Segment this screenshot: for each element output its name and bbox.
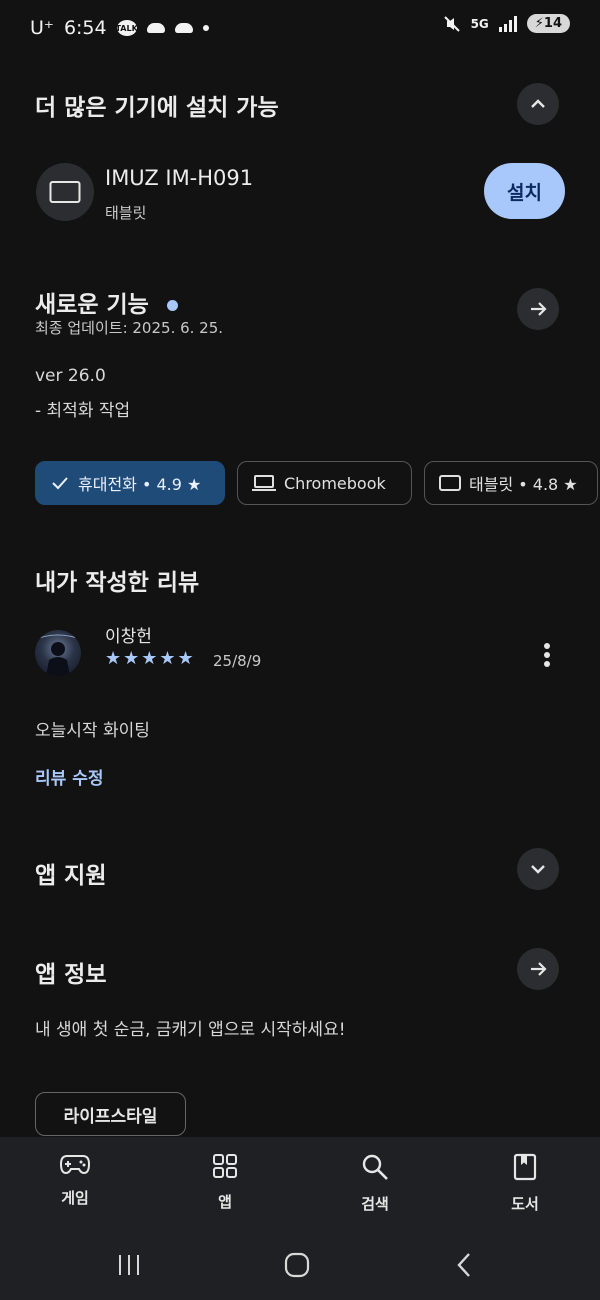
- whats-new-title: 새로운 기능: [35, 285, 178, 319]
- chip-chromebook[interactable]: Chromebook: [237, 461, 412, 505]
- laptop-icon: [252, 475, 276, 491]
- clock: 6:54: [63, 17, 107, 39]
- back-chevron-icon: [457, 1253, 470, 1277]
- home-icon: [284, 1252, 310, 1278]
- cloud-icon-2: [174, 23, 193, 33]
- my-review-title: 내가 작성한 리뷰: [35, 570, 200, 596]
- system-navigation-bar: [0, 1237, 600, 1300]
- search-icon: [362, 1154, 388, 1180]
- install-button[interactable]: 설치: [484, 163, 565, 219]
- apps-grid-icon: [213, 1154, 237, 1178]
- app-info-title: 앱 정보: [35, 962, 107, 988]
- back-button[interactable]: [454, 1251, 474, 1283]
- nav-games-label: 게임: [61, 1189, 89, 1207]
- edit-review-link[interactable]: 리뷰 수정: [35, 764, 103, 789]
- battery-level: 14: [543, 16, 562, 31]
- app-support-title: 앱 지원: [35, 863, 107, 889]
- expand-app-support-button[interactable]: [517, 848, 559, 890]
- battery-indicator: ⚡14: [526, 14, 570, 33]
- last-updated: 최종 업데이트: 2025. 6. 25.: [35, 319, 224, 337]
- review-star-rating: ★★★★★: [105, 648, 196, 669]
- nav-books-label: 도서: [511, 1195, 539, 1213]
- update-note: - 최적화 작업: [35, 401, 131, 421]
- review-date: 25/8/9: [213, 652, 262, 670]
- nav-apps[interactable]: 앱: [175, 1153, 275, 1212]
- tablet-icon: [439, 475, 461, 491]
- mute-icon: [443, 15, 460, 32]
- chip-tablet[interactable]: 태블릿 • 4.8 ★: [424, 461, 598, 505]
- tablet-icon: [49, 181, 81, 203]
- nav-apps-label: 앱: [218, 1193, 232, 1211]
- chip-phone-label: 휴대전화 • 4.9 ★: [78, 475, 202, 494]
- chevron-down-icon: [531, 865, 545, 874]
- nav-search[interactable]: 검색: [325, 1153, 425, 1214]
- signal-icon: [498, 15, 517, 32]
- version-text: ver 26.0: [35, 366, 106, 386]
- bottom-navigation: 게임 앱 검색 도서: [0, 1137, 600, 1237]
- cloud-icon: [146, 23, 165, 33]
- more-notifications-dot-icon: [202, 25, 209, 31]
- book-icon: [513, 1153, 537, 1181]
- status-left: U⁺ 6:54 TALK: [30, 17, 209, 39]
- kakaotalk-icon: TALK: [115, 20, 138, 36]
- whats-new-title-text: 새로운 기능: [35, 292, 149, 318]
- status-bar: U⁺ 6:54 TALK 5G ⚡14: [0, 0, 600, 58]
- review-text: 오늘시작 화이팅: [35, 721, 150, 741]
- whats-new-arrow-button[interactable]: [517, 288, 559, 330]
- app-info-arrow-button[interactable]: [517, 948, 559, 990]
- network-label: 5G: [470, 16, 489, 31]
- device-name: IMUZ IM-H091: [105, 166, 254, 190]
- carrier-label: U⁺: [30, 17, 54, 39]
- nav-games[interactable]: 게임: [25, 1153, 125, 1208]
- chip-tablet-label: 태블릿 • 4.8 ★: [469, 475, 578, 494]
- nav-search-label: 검색: [361, 1195, 389, 1213]
- app-description: 내 생애 첫 순금, 금캐기 앱으로 시작하세요!: [35, 1020, 346, 1040]
- status-right: 5G ⚡14: [443, 14, 570, 33]
- device-type: 태블릿: [105, 204, 147, 222]
- recent-apps-icon: [119, 1255, 139, 1275]
- devices-section-title: 더 많은 기기에 설치 가능: [35, 95, 279, 121]
- arrow-right-icon: [531, 302, 547, 316]
- check-icon: [52, 477, 68, 490]
- recent-apps-button[interactable]: [116, 1253, 142, 1281]
- review-author: 이창헌: [105, 627, 152, 647]
- tablet-device-icon-wrap: [36, 163, 94, 221]
- chip-phone[interactable]: 휴대전화 • 4.9 ★: [35, 461, 225, 505]
- gamepad-icon: [60, 1155, 90, 1175]
- home-button[interactable]: [284, 1252, 310, 1282]
- nav-books[interactable]: 도서: [475, 1153, 575, 1214]
- category-tag[interactable]: 라이프스타일: [35, 1092, 186, 1136]
- chevron-up-icon: [531, 99, 545, 108]
- arrow-right-icon: [531, 962, 547, 976]
- more-vertical-icon: [544, 643, 550, 667]
- collapse-devices-button[interactable]: [517, 83, 559, 125]
- avatar-silhouette-icon: [38, 634, 78, 676]
- review-more-options-button[interactable]: [530, 638, 564, 672]
- new-indicator-dot-icon: [166, 300, 178, 311]
- avatar[interactable]: [35, 630, 81, 676]
- chip-chromebook-label: Chromebook: [284, 473, 386, 493]
